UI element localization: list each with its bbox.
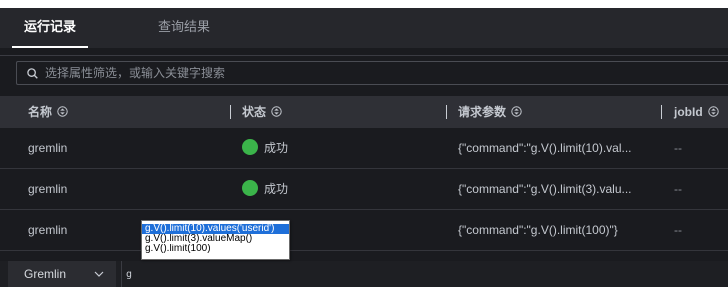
cell-jobid: -- bbox=[674, 182, 682, 196]
language-select[interactable]: Gremlin bbox=[8, 261, 116, 287]
search-icon bbox=[27, 68, 38, 79]
search-box[interactable] bbox=[16, 61, 728, 85]
cell-status: 成功 bbox=[242, 169, 288, 209]
column-label: 请求参数 bbox=[458, 105, 507, 119]
cell-name: gremlin bbox=[28, 223, 68, 237]
table-row[interactable]: gremlin 成功 {"command":"g.V().limit(3).va… bbox=[0, 169, 728, 210]
cell-name: gremlin bbox=[28, 141, 68, 155]
column-header-status[interactable]: 状态 bbox=[242, 96, 282, 128]
suggestion-item[interactable]: g.V().limit(3).valueMap() bbox=[142, 234, 289, 244]
table-header: 名称 状态 请求参数 jobId bbox=[0, 96, 728, 128]
cell-name: gremlin bbox=[28, 182, 68, 196]
column-label: 状态 bbox=[242, 105, 267, 119]
column-header-name[interactable]: 名称 bbox=[28, 96, 68, 128]
top-strip bbox=[0, 0, 728, 8]
cell-params[interactable]: {"command":"g.V().limit(100)"} bbox=[458, 210, 618, 250]
sort-icon[interactable] bbox=[271, 106, 282, 117]
column-divider[interactable] bbox=[661, 105, 662, 119]
status-text: 成功 bbox=[264, 182, 289, 196]
query-bar: Gremlin g bbox=[0, 261, 728, 287]
cell-jobid: -- bbox=[674, 141, 682, 155]
query-divider bbox=[121, 261, 122, 287]
search-input[interactable] bbox=[45, 62, 705, 84]
table-row[interactable]: gremlin {"command":"g.V().limit(100)"} -… bbox=[0, 210, 728, 251]
sort-icon[interactable] bbox=[57, 106, 68, 117]
suggestion-item[interactable]: g.V().limit(100) bbox=[142, 244, 289, 254]
status-dot-icon bbox=[242, 139, 258, 155]
suggestion-item[interactable]: g.V().limit(10).values('userid') bbox=[142, 224, 289, 234]
query-editor[interactable]: g bbox=[126, 261, 132, 289]
table-row[interactable]: gremlin 成功 {"command":"g.V().limit(10).v… bbox=[0, 128, 728, 169]
tab-run-records[interactable]: 运行记录 bbox=[12, 8, 89, 48]
sort-icon[interactable] bbox=[707, 106, 719, 117]
column-divider[interactable] bbox=[230, 105, 231, 119]
cell-jobid: -- bbox=[674, 223, 682, 237]
cell-params[interactable]: {"command":"g.V().limit(10).val... bbox=[458, 128, 632, 168]
status-dot-icon bbox=[242, 180, 258, 196]
column-divider[interactable] bbox=[446, 105, 447, 119]
language-label: Gremlin bbox=[24, 267, 67, 281]
cell-status: 成功 bbox=[242, 128, 288, 168]
column-header-params[interactable]: 请求参数 bbox=[458, 96, 522, 128]
tab-bar: 运行记录 查询结果 bbox=[0, 8, 728, 56]
column-label: jobId bbox=[674, 105, 703, 119]
chevron-down-icon bbox=[94, 271, 104, 277]
tab-query-results[interactable]: 查询结果 bbox=[146, 8, 222, 48]
cell-params[interactable]: {"command":"g.V().limit(3).valu... bbox=[458, 169, 632, 209]
run-records-panel: 运行记录 查询结果 名称 状态 请求参数 jobId gremlin 成功 {"… bbox=[0, 0, 728, 287]
status-text: 成功 bbox=[264, 141, 289, 155]
tab-divider bbox=[0, 55, 728, 56]
autocomplete-popup: g.V().limit(10).values('userid') g.V().l… bbox=[141, 220, 290, 260]
sort-icon[interactable] bbox=[511, 106, 522, 117]
column-label: 名称 bbox=[28, 105, 53, 119]
column-header-jobid[interactable]: jobId bbox=[674, 96, 719, 128]
